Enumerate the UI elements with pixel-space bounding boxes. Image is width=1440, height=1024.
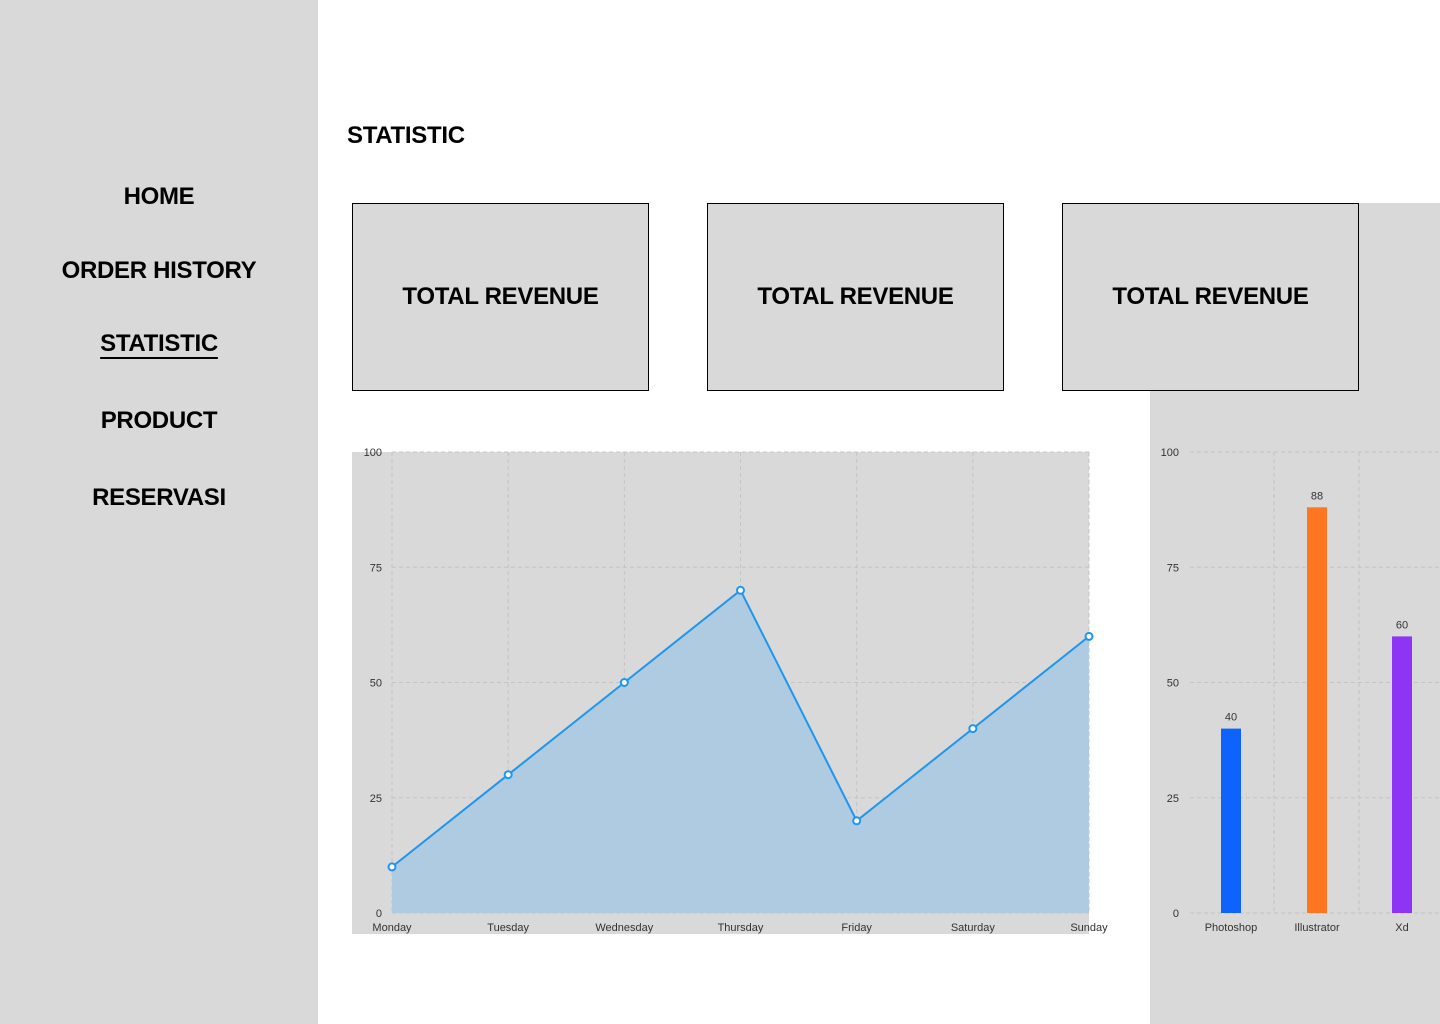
x-tick-label: Tuesday — [487, 922, 529, 934]
y-tick-label: 50 — [1167, 678, 1179, 690]
x-tick-label: Photoshop — [1205, 922, 1258, 934]
card-label: TOTAL REVENUE — [757, 283, 954, 310]
data-point — [387, 862, 397, 872]
sidebar-item-home[interactable]: HOME — [0, 183, 318, 211]
sidebar-item-label: ORDER HISTORY — [61, 257, 257, 284]
data-point — [968, 724, 978, 734]
sidebar-item-statistic[interactable]: STATISTIC — [0, 330, 318, 358]
x-tick-label: Saturday — [951, 922, 996, 934]
bar — [1221, 728, 1241, 913]
x-tick-label: Illustrator — [1294, 922, 1340, 934]
x-tick-label: Sunday — [1070, 922, 1108, 934]
sidebar-item-product[interactable]: PRODUCT — [0, 407, 318, 435]
y-tick-label: 50 — [370, 678, 382, 690]
bar — [1392, 636, 1412, 913]
page-title: STATISTIC — [347, 122, 465, 149]
x-tick-label: Friday — [841, 922, 872, 934]
x-tick-label: Thursday — [718, 922, 764, 934]
y-tick-label: 75 — [370, 562, 382, 574]
sidebar-item-reservasi[interactable]: RESERVASI — [0, 484, 318, 512]
total-revenue-card[interactable]: TOTAL REVENUE — [1062, 203, 1359, 391]
sidebar-item-label: STATISTIC — [100, 330, 218, 357]
x-tick-label: Wednesday — [595, 922, 653, 934]
y-tick-label: 100 — [364, 447, 382, 459]
card-label: TOTAL REVENUE — [402, 283, 599, 310]
y-tick-label: 0 — [1173, 908, 1179, 920]
data-point — [736, 585, 745, 595]
data-label: 40 — [1225, 712, 1237, 724]
data-label: 60 — [1396, 619, 1408, 631]
total-revenue-card[interactable]: TOTAL REVENUE — [707, 203, 1004, 391]
data-label: 88 — [1311, 490, 1323, 502]
y-tick-label: 25 — [370, 793, 382, 805]
sidebar: HOME ORDER HISTORY STATISTIC PRODUCT RES… — [0, 0, 318, 1024]
y-tick-label: 100 — [1161, 447, 1179, 459]
total-revenue-card[interactable]: TOTAL REVENUE — [352, 203, 649, 391]
data-point — [503, 770, 513, 780]
x-tick-label: Monday — [372, 922, 412, 934]
data-point — [1084, 631, 1094, 641]
y-tick-label: 25 — [1167, 793, 1179, 805]
bar — [1307, 507, 1327, 913]
sidebar-item-label: HOME — [123, 183, 195, 210]
sidebar-item-label: RESERVASI — [92, 484, 226, 511]
data-point — [852, 816, 862, 826]
sidebar-item-order-history[interactable]: ORDER HISTORY — [0, 257, 318, 285]
weekly-area-chart: 0 25 50 75 100 Monday Tuesday Wednesday Thursday… — [352, 447, 1108, 934]
data-point — [619, 678, 629, 687]
y-tick-label: 0 — [376, 908, 382, 920]
sidebar-item-label: PRODUCT — [100, 407, 218, 434]
product-bar-chart: 0 25 50 75 100 40 Photoshop 88 Illustrator 60 Xd — [1161, 447, 1440, 934]
y-tick-label: 75 — [1167, 562, 1179, 574]
card-label: TOTAL REVENUE — [1112, 283, 1309, 310]
x-tick-label: Xd — [1395, 922, 1408, 934]
